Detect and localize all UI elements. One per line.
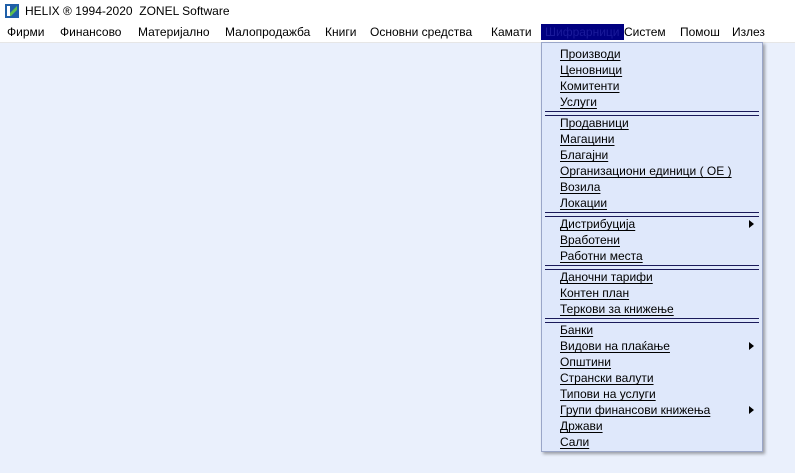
menu-bar: Фирми Финансово Материјално Малопродажба… <box>0 22 795 43</box>
menu-item-vraboteni[interactable]: Вработени <box>560 232 620 248</box>
menu-maloprodazba[interactable]: Малопродажба <box>221 24 314 40</box>
menu-sifrarnici[interactable]: Шифрарници <box>541 24 624 40</box>
menu-item-drzavi[interactable]: Држави <box>560 418 603 434</box>
menu-item-tipovi-na-uslugi[interactable]: Типови на услуги <box>560 386 656 402</box>
menu-item-vidovi-na-plakanje[interactable]: Видови на плаќање <box>560 338 670 354</box>
sifrarnici-dropdown-menu: Производи Ценовници Комитенти Услуги Про… <box>541 42 763 452</box>
menu-item-distribucija[interactable]: Дистрибуција <box>560 216 635 232</box>
submenu-arrow-icon <box>749 406 754 414</box>
menu-item-grupi-finansovi-knizenja[interactable]: Групи финансови книжења <box>560 402 710 418</box>
menu-izlez[interactable]: Излез <box>728 24 769 40</box>
menu-osnovni-sredstva[interactable]: Основни средства <box>366 24 476 40</box>
menu-item-danocni-tarifi[interactable]: Даночни тарифи <box>560 269 653 285</box>
menu-item-prodavnici[interactable]: Продавници <box>560 115 629 131</box>
menu-item-sali[interactable]: Сали <box>560 434 589 450</box>
menu-item-vozila[interactable]: Возила <box>560 179 600 195</box>
menu-item-terkovi-za-knizenje[interactable]: Теркови за книжење <box>560 301 674 317</box>
menu-item-konten-plan[interactable]: Контен план <box>560 285 629 301</box>
menu-item-cenovnici[interactable]: Ценовници <box>560 62 622 78</box>
menu-item-komitenti[interactable]: Комитенти <box>560 78 619 94</box>
menu-item-magacini[interactable]: Магацини <box>560 131 615 147</box>
menu-item-stranski-valuti[interactable]: Странски валути <box>560 370 654 386</box>
menu-item-blagajni[interactable]: Благајни <box>560 147 608 163</box>
menu-item-uslugi[interactable]: Услуги <box>560 94 597 110</box>
submenu-arrow-icon <box>749 342 754 350</box>
title-bar: HELIX ® 1994-2020 ZONEL Software <box>0 0 795 22</box>
menu-materijalno[interactable]: Материјално <box>134 24 214 40</box>
menu-firmi[interactable]: Фирми <box>3 24 48 40</box>
menu-knigi[interactable]: Книги <box>321 24 360 40</box>
menu-item-rabotni-mesta[interactable]: Работни места <box>560 248 643 264</box>
menu-item-lokacii[interactable]: Локации <box>560 195 607 211</box>
menu-item-opstini[interactable]: Општини <box>560 354 611 370</box>
helix-logo-icon <box>5 4 19 18</box>
menu-finansovo[interactable]: Финансово <box>56 24 125 40</box>
menu-item-banki[interactable]: Банки <box>560 322 593 338</box>
menu-kamati[interactable]: Камати <box>487 24 536 40</box>
menu-sistem[interactable]: Систем <box>620 24 670 40</box>
menu-item-proizvodi[interactable]: Производи <box>560 46 621 62</box>
window-title: HELIX ® 1994-2020 ZONEL Software <box>25 4 230 18</box>
menu-pomos[interactable]: Помош <box>676 24 724 40</box>
menu-sifrarnici-label: Шифрарници <box>545 25 620 39</box>
menu-item-organizacioni-edinici[interactable]: Организациони единици ( ОЕ ) <box>560 163 732 179</box>
submenu-arrow-icon <box>749 220 754 228</box>
